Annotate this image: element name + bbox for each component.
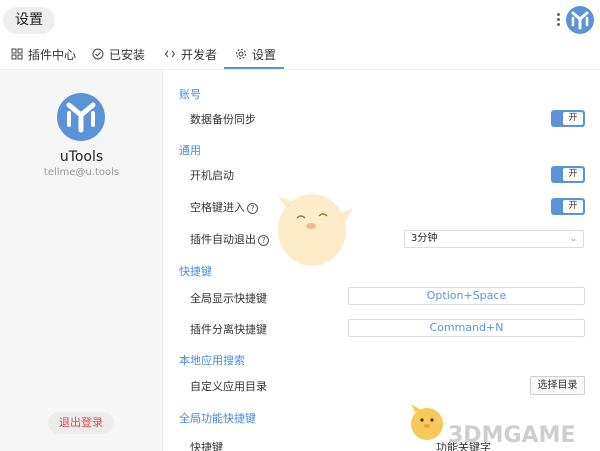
svg-text:3DMGAME: 3DMGAME <box>448 423 575 448</box>
space-enter-label: 空格键进入 <box>190 201 245 214</box>
space-enter-toggle[interactable]: 开 <box>551 198 585 215</box>
startup-toggle[interactable]: 开 <box>551 166 585 183</box>
utools-logo-icon[interactable] <box>565 5 595 35</box>
tab-developer[interactable]: 开发者 <box>164 40 217 70</box>
space-enter-row: 空格键进入? <box>190 199 258 215</box>
active-tab-indicator <box>224 67 284 69</box>
custom-dir-label: 自定义应用目录 <box>190 380 267 393</box>
grid-icon <box>11 48 23 60</box>
choose-directory-button[interactable]: 选择目录 <box>530 376 585 395</box>
check-circle-icon <box>92 48 104 60</box>
backup-label: 数据备份同步 <box>190 113 256 126</box>
more-menu-icon[interactable] <box>553 11 563 31</box>
show-shortcut-label: 全局显示快捷键 <box>190 292 267 305</box>
mascot-small-image <box>411 404 443 440</box>
help-icon[interactable]: ? <box>247 203 258 214</box>
section-title-general: 通用 <box>179 144 201 157</box>
window-title: 设置 <box>3 7 55 34</box>
auto-exit-row: 插件自动退出? <box>190 231 269 247</box>
tab-settings[interactable]: 设置 <box>235 40 276 70</box>
tab-label: 已安装 <box>109 48 146 62</box>
tab-installed[interactable]: 已安装 <box>92 40 145 70</box>
section-title-account: 账号 <box>179 88 201 101</box>
mascot-overlay-image <box>277 194 353 266</box>
user-name: uTools <box>59 149 104 165</box>
tab-label: 开发者 <box>181 48 218 62</box>
tab-bar: 插件中心 已安装 开发者 设置 <box>0 40 600 70</box>
detach-shortcut-label: 插件分离快捷键 <box>190 323 267 336</box>
toggle-knob: 开 <box>563 168 583 181</box>
watermark-logo: 3DMGAME <box>448 423 575 448</box>
column-header-shortcut: 快捷键 <box>190 441 223 451</box>
startup-label: 开机启动 <box>190 169 234 182</box>
user-email: tellme@u.tools <box>43 167 120 178</box>
code-icon <box>164 50 176 58</box>
user-panel: uTools tellme@u.tools 退出登录 <box>0 71 163 451</box>
header: 设置 插件中心 已安装 开发者 设置 <box>0 0 600 70</box>
tab-plugin-center[interactable]: 插件中心 <box>11 40 76 70</box>
section-title-global-func: 全局功能快捷键 <box>179 412 256 425</box>
logout-button[interactable]: 退出登录 <box>48 412 114 434</box>
toggle-knob: 开 <box>563 112 583 125</box>
utools-avatar-icon <box>57 93 105 141</box>
gear-icon <box>236 49 246 59</box>
auto-exit-label: 插件自动退出 <box>190 233 256 246</box>
chevron-down-icon: ⌄ <box>569 234 577 244</box>
auto-exit-value: 3分钟 <box>411 233 438 244</box>
auto-exit-select[interactable]: 3分钟 ⌄ <box>404 230 584 248</box>
tab-label: 设置 <box>252 48 277 62</box>
show-shortcut-input[interactable]: Option+Space <box>348 287 585 305</box>
toggle-knob: 开 <box>563 200 583 213</box>
backup-toggle[interactable]: 开 <box>551 110 585 127</box>
section-title-shortcuts: 快捷键 <box>179 265 212 278</box>
detach-shortcut-input[interactable]: Command+N <box>348 319 585 337</box>
section-title-local-search: 本地应用搜索 <box>179 354 245 367</box>
tab-label: 插件中心 <box>28 48 77 62</box>
